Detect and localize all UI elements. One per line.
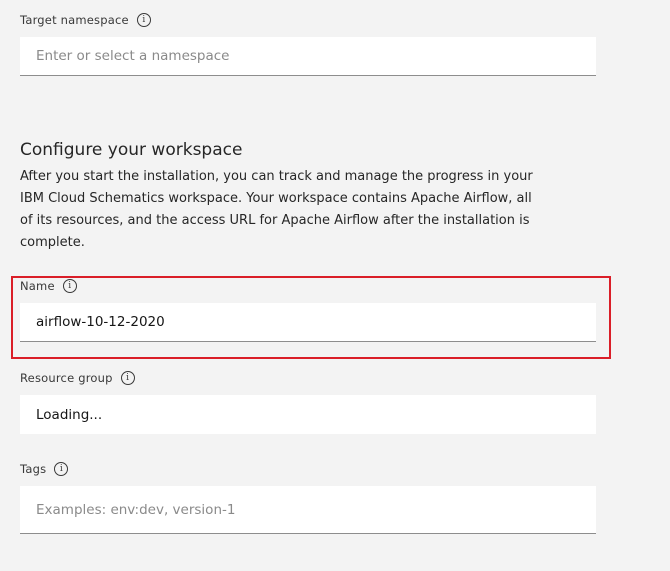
name-label: Name: [20, 279, 55, 293]
target-namespace-field[interactable]: [20, 37, 596, 76]
section-title: Configure your workspace: [20, 140, 243, 160]
section-description: After you start the installation, you ca…: [20, 169, 533, 250]
name-input[interactable]: [36, 314, 596, 330]
tags-input[interactable]: [36, 501, 596, 518]
target-namespace-label: Target namespace: [20, 13, 129, 27]
tags-label-row: Tags i: [20, 462, 69, 476]
info-icon[interactable]: i: [62, 279, 77, 293]
resource-group-label-row: Resource group i: [20, 371, 135, 385]
resource-group-label: Resource group: [20, 371, 113, 385]
info-icon[interactable]: i: [120, 371, 135, 385]
name-label-row: Name i: [20, 279, 77, 293]
tags-field[interactable]: [20, 486, 596, 534]
tags-label: Tags: [20, 462, 47, 476]
target-namespace-label-row: Target namespace i: [20, 13, 151, 27]
resource-group-value: Loading...: [36, 406, 103, 423]
info-icon[interactable]: i: [136, 13, 151, 27]
info-icon[interactable]: i: [54, 462, 69, 476]
target-namespace-input[interactable]: [36, 48, 596, 64]
resource-group-dropdown[interactable]: Loading...: [20, 395, 596, 434]
name-field[interactable]: [20, 303, 596, 342]
